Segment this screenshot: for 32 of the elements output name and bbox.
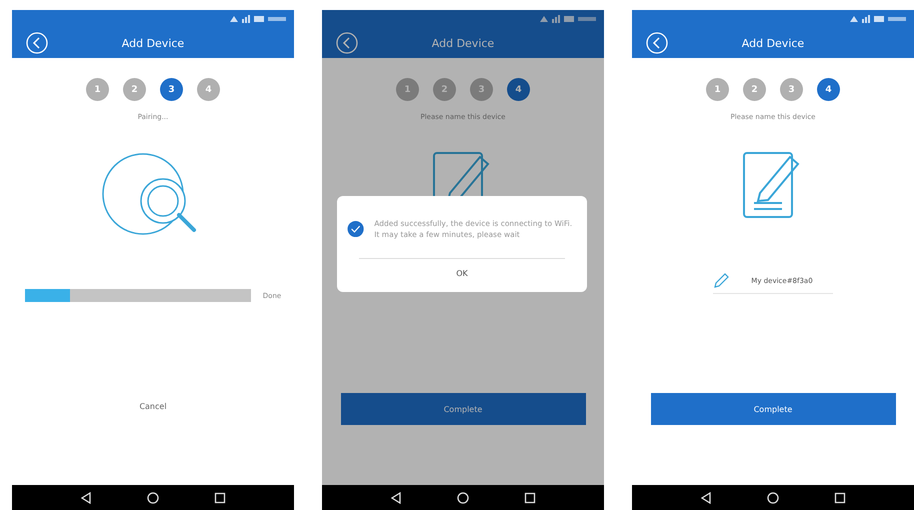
cancel-button[interactable]: Cancel: [129, 396, 177, 417]
back-icon[interactable]: [646, 32, 668, 54]
step-indicator: 4: [817, 78, 840, 101]
home-circle-icon[interactable]: [456, 492, 469, 504]
back-icon[interactable]: [26, 32, 48, 54]
step-indicator: 1: [706, 78, 729, 101]
step-indicator: 4: [507, 78, 530, 101]
screen-title: Add Device: [432, 36, 494, 50]
step-indicator: 3: [780, 78, 803, 101]
status-icons-drawing: [848, 15, 908, 23]
step-indicator: 4: [197, 78, 220, 101]
status-icons-drawing: [228, 15, 288, 23]
status-icons-drawing: [538, 15, 598, 23]
step-indicator: 2: [743, 78, 766, 101]
pencil-icon: [713, 273, 730, 289]
back-triangle-icon[interactable]: [80, 492, 92, 504]
home-circle-icon[interactable]: [766, 492, 779, 504]
ok-button[interactable]: OK: [359, 258, 565, 292]
complete-button[interactable]: Complete: [340, 393, 586, 425]
recents-square-icon[interactable]: [214, 492, 226, 504]
screen-title: Add Device: [122, 36, 184, 50]
complete-button[interactable]: Complete: [650, 393, 896, 425]
recents-square-icon[interactable]: [524, 492, 536, 504]
step-indicator: 3: [160, 78, 183, 101]
step-indicator: 1: [86, 78, 109, 101]
home-circle-icon[interactable]: [146, 492, 159, 504]
back-icon[interactable]: [336, 32, 358, 54]
step-indicator: 2: [123, 78, 146, 101]
back-triangle-icon[interactable]: [390, 492, 402, 504]
screen-title: Add Device: [742, 36, 804, 50]
recents-square-icon[interactable]: [834, 492, 846, 504]
back-triangle-icon[interactable]: [700, 492, 712, 504]
